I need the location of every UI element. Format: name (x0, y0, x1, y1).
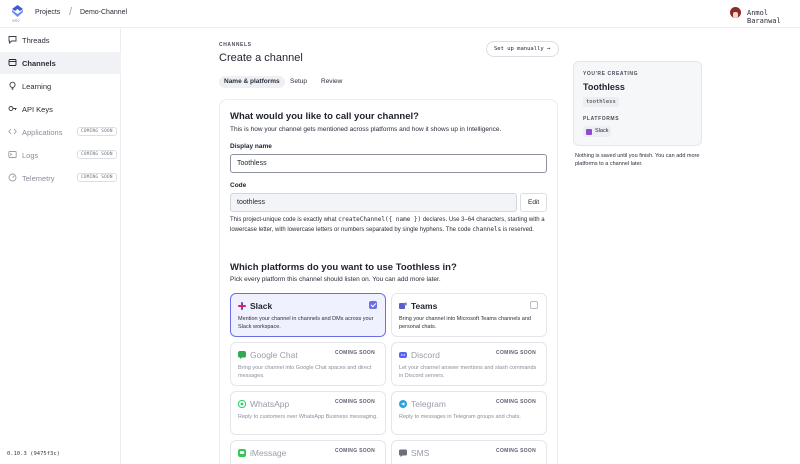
platform-description: Bring your channel into Google Chat spac… (238, 365, 372, 379)
sidebar-item-logs: Logs COMING SOON (0, 144, 121, 166)
channels-icon (8, 59, 17, 66)
tab-setup[interactable]: Setup (285, 76, 312, 88)
platform-checkbox-teams[interactable] (530, 301, 538, 309)
name-question-subtitle: This is how your channel gets mentioned … (230, 126, 502, 133)
sidebar-item-telemetry: Telemetry COMING SOON (0, 167, 121, 189)
platform-card-discord: Discord COMING SOON Let your channel ans… (391, 342, 547, 386)
sidebar-item-label: Threads (22, 36, 50, 45)
platform-name: Google Chat (250, 350, 298, 360)
app-logo-icon[interactable]: LOGO (11, 5, 24, 22)
code-label: Code (230, 182, 247, 189)
code-input: toothless (230, 193, 517, 212)
chat-bubble-icon (8, 36, 17, 44)
sidebar-item-learning[interactable]: Learning (0, 75, 121, 97)
summary-platforms-label: PLATFORMS (583, 116, 620, 122)
code-snippet: createChannel({ name }) (338, 216, 422, 223)
code-snippet: channels (472, 226, 502, 233)
sidebar-item-label: Learning (22, 82, 52, 91)
sidebar-item-label: Applications (22, 128, 63, 137)
breadcrumb-projects[interactable]: Projects (35, 9, 60, 16)
platform-description: Reply to customers over WhatsApp Busines… (238, 414, 378, 420)
platform-card-google-chat: Google Chat COMING SOON Bring your chann… (230, 342, 386, 386)
tab-review[interactable]: Review (316, 76, 347, 88)
platforms-question-subtitle: Pick every platform this channel should … (230, 276, 441, 283)
telemetry-icon (8, 173, 17, 182)
name-question-title: What would you like to call your channel… (230, 111, 419, 122)
platform-name: WhatsApp (250, 399, 290, 409)
discord-icon (399, 352, 407, 358)
teams-icon (399, 302, 407, 309)
summary-platform-pill: Slack (583, 126, 612, 137)
display-name-input[interactable]: Toothless (230, 154, 547, 173)
whatsapp-icon (238, 400, 246, 408)
platform-card-sms: SMS COMING SOON (391, 440, 547, 464)
slack-icon (586, 129, 592, 135)
creation-summary-panel: YOU'RE CREATING Toothless toothless PLAT… (573, 61, 702, 146)
key-icon (8, 106, 17, 111)
breadcrumb-project[interactable]: Demo-Channel (80, 9, 127, 16)
coming-soon-badge: COMING SOON (77, 127, 117, 136)
sidebar-item-label: API Keys (22, 105, 53, 114)
platform-name: Telegram (411, 399, 446, 409)
coming-soon-badge: COMING SOON (335, 448, 375, 454)
platform-name: Discord (411, 350, 440, 360)
platform-name: Slack (250, 301, 273, 311)
sms-icon (399, 449, 407, 457)
app-version: 0.10.3 (9475f3c) (7, 451, 60, 457)
sidebar-item-label: Logs (22, 151, 39, 160)
page-title: Create a channel (219, 52, 303, 64)
slack-icon (238, 302, 246, 310)
edit-code-button[interactable]: Edit (520, 193, 547, 212)
sidebar-item-label: Channels (22, 59, 56, 68)
code-icon (8, 128, 17, 135)
sidebar-item-api-keys[interactable]: API Keys (0, 98, 121, 120)
platforms-question-title: Which platforms do you want to use Tooth… (230, 262, 457, 273)
coming-soon-badge: COMING SOON (496, 448, 536, 454)
set-up-manually-button[interactable]: Set up manually → (486, 41, 559, 57)
platform-name: iMessage (250, 448, 287, 458)
coming-soon-badge: COMING SOON (77, 150, 117, 159)
platform-card-telegram: Telegram COMING SOON Reply to messages i… (391, 391, 547, 435)
breadcrumb-separator: / (69, 6, 73, 18)
summary-channel-code: toothless (583, 97, 619, 107)
platform-name: Teams (411, 301, 438, 311)
platform-card-slack[interactable]: Slack Mention your channel in channels a… (230, 293, 386, 337)
platform-name: SMS (411, 448, 430, 458)
coming-soon-badge: COMING SOON (496, 350, 536, 356)
sidebar-item-channels[interactable]: Channels (0, 52, 121, 74)
page-eyebrow: CHANNELS (219, 42, 252, 48)
telegram-icon (399, 400, 407, 408)
google-chat-icon (238, 351, 246, 359)
user-name[interactable]: Anmol Baranwal (747, 9, 800, 25)
top-bar: LOGO Projects / Demo-Channel Anmol Baran… (0, 0, 800, 28)
sidebar: Threads Channels Learning API Keys Appli… (0, 28, 121, 464)
coming-soon-badge: COMING SOON (335, 399, 375, 405)
platform-description: Reply to messages in Telegram groups and… (399, 414, 521, 420)
coming-soon-badge: COMING SOON (335, 350, 375, 356)
platform-description: Bring your channel into Microsoft Teams … (399, 316, 531, 330)
sidebar-item-threads[interactable]: Threads (0, 29, 121, 51)
sidebar-item-applications: Applications COMING SOON (0, 121, 121, 143)
platform-checkbox-slack[interactable] (369, 301, 377, 309)
display-name-label: Display name (230, 143, 272, 150)
platform-description: Mention your channel in channels and DMs… (238, 316, 374, 330)
avatar[interactable] (730, 7, 741, 18)
svg-text:LOGO: LOGO (12, 19, 19, 23)
lightbulb-icon (9, 81, 16, 90)
coming-soon-badge: COMING SOON (496, 399, 536, 405)
platform-card-teams[interactable]: Teams Bring your channel into Microsoft … (391, 293, 547, 337)
platform-card-imessage: iMessage COMING SOON (230, 440, 386, 464)
tab-name-platforms[interactable]: Name & platforms (219, 76, 285, 88)
sidebar-item-label: Telemetry (22, 174, 55, 183)
summary-channel-name: Toothless (583, 82, 625, 92)
imessage-icon (238, 449, 246, 457)
terminal-icon (8, 151, 17, 158)
platform-description: Let your channel answer mentions and sla… (399, 365, 537, 379)
summary-eyebrow: YOU'RE CREATING (583, 71, 639, 77)
code-help-text: This project-unique code is exactly what… (230, 216, 545, 233)
summary-note: Nothing is saved until you finish. You c… (575, 153, 700, 167)
platform-card-whatsapp: WhatsApp COMING SOON Reply to customers … (230, 391, 386, 435)
coming-soon-badge: COMING SOON (77, 173, 117, 182)
